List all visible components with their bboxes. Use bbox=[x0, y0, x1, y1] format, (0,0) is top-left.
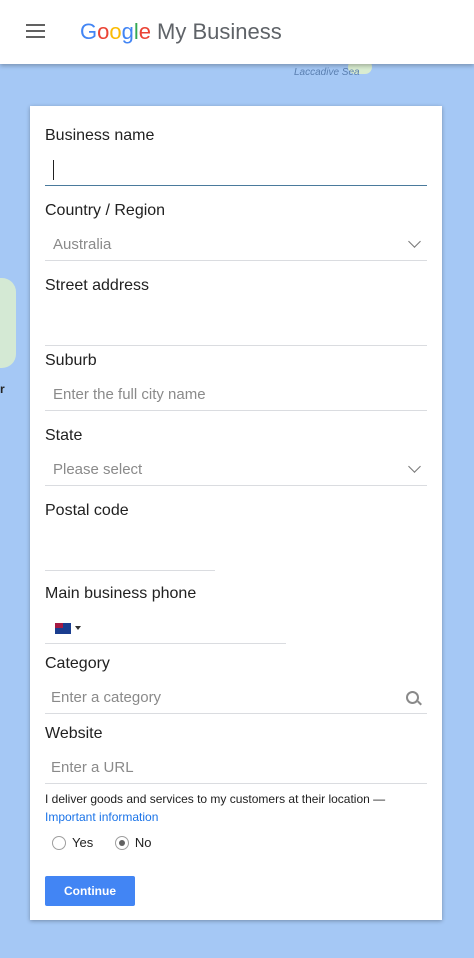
australia-flag-icon[interactable] bbox=[55, 622, 71, 634]
dropdown-caret-icon[interactable] bbox=[75, 626, 81, 631]
map-edge-label: r bbox=[0, 382, 5, 396]
business-name-input[interactable] bbox=[45, 154, 427, 186]
continue-button[interactable]: Continue bbox=[45, 876, 135, 906]
radio-no-indicator[interactable] bbox=[114, 835, 129, 850]
category-field: Category Enter a category bbox=[45, 654, 427, 714]
state-field: State Please select bbox=[45, 426, 427, 486]
text-cursor bbox=[53, 160, 54, 181]
country-select[interactable]: Australia bbox=[45, 229, 427, 261]
suburb-label: Suburb bbox=[45, 352, 97, 369]
phone-field: Main business phone bbox=[45, 584, 286, 644]
state-label: State bbox=[45, 427, 83, 444]
phone-label: Main business phone bbox=[45, 585, 197, 602]
map-sea-label: Laccadive Sea bbox=[294, 67, 360, 78]
state-value: Please select bbox=[53, 461, 143, 478]
street-address-field: Street address bbox=[45, 276, 427, 346]
product-name: My Business bbox=[157, 19, 282, 44]
radio-no[interactable]: No bbox=[114, 834, 152, 851]
country-field: Country / Region Australia bbox=[45, 201, 427, 261]
street-address-label: Street address bbox=[45, 277, 150, 294]
postal-code-label: Postal code bbox=[45, 502, 129, 519]
business-name-label: Business name bbox=[45, 127, 155, 144]
radio-no-label: No bbox=[134, 835, 152, 851]
delivery-radio-group: Yes No bbox=[52, 834, 169, 850]
phone-input[interactable] bbox=[45, 612, 286, 644]
website-field: Website Enter a URL bbox=[45, 724, 427, 784]
search-icon bbox=[406, 691, 419, 704]
website-label: Website bbox=[45, 725, 103, 742]
website-placeholder: Enter a URL bbox=[51, 759, 134, 776]
country-value: Australia bbox=[53, 236, 112, 253]
suburb-field: Suburb Enter the full city name bbox=[45, 351, 427, 411]
suburb-placeholder: Enter the full city name bbox=[53, 386, 206, 403]
category-placeholder: Enter a category bbox=[51, 689, 162, 706]
top-bar: Google My Business bbox=[0, 0, 474, 64]
suburb-input[interactable]: Enter the full city name bbox=[45, 379, 427, 411]
chevron-down-icon bbox=[408, 235, 421, 248]
postal-code-field: Postal code bbox=[45, 501, 215, 571]
hamburger-menu-icon[interactable] bbox=[26, 24, 46, 40]
business-name-field: Business name bbox=[45, 126, 427, 186]
category-input[interactable]: Enter a category bbox=[45, 682, 427, 714]
radio-yes-label: Yes bbox=[72, 835, 94, 851]
brand-logo[interactable]: Google My Business bbox=[80, 18, 282, 46]
delivery-question: I deliver goods and services to my custo… bbox=[45, 790, 427, 826]
delivery-text: I deliver goods and services to my custo… bbox=[45, 792, 386, 806]
chevron-down-icon bbox=[408, 460, 421, 473]
state-select[interactable]: Please select bbox=[45, 454, 427, 486]
important-information-link[interactable]: Important information bbox=[45, 810, 158, 824]
map-landmass bbox=[0, 278, 16, 368]
category-label: Category bbox=[45, 655, 110, 672]
country-label: Country / Region bbox=[45, 202, 166, 219]
radio-yes-indicator[interactable] bbox=[52, 835, 66, 850]
street-address-input[interactable] bbox=[45, 304, 427, 346]
website-input[interactable]: Enter a URL bbox=[45, 752, 427, 784]
business-form-card: Business name Country / Region Australia… bbox=[30, 106, 442, 920]
postal-code-input[interactable] bbox=[45, 529, 215, 571]
radio-yes[interactable]: Yes bbox=[52, 834, 93, 850]
